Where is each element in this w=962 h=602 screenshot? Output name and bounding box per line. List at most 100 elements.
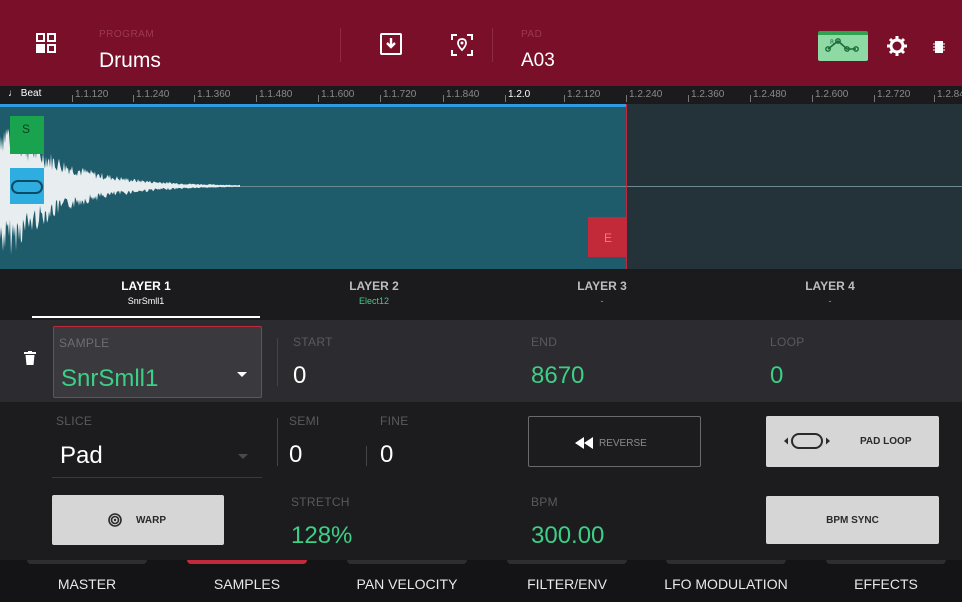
tab-label: LFO MODULATION: [664, 576, 788, 592]
chevron-down-icon: [238, 454, 248, 459]
semi-value[interactable]: 0: [289, 441, 302, 469]
layer-sample: Elect12: [358, 296, 390, 306]
program-label: PROGRAM: [99, 29, 155, 40]
tab-indicator: [666, 560, 786, 564]
warp-button[interactable]: WARP: [52, 495, 224, 545]
pad-loop-label: PAD LOOP: [860, 436, 912, 447]
reverse-label: REVERSE: [599, 438, 647, 449]
ruler-tick: 1.1.600: [317, 89, 355, 102]
sample-value: SnrSmll1: [61, 365, 159, 392]
ruler-tick: 1.2.120: [563, 89, 601, 102]
tab-pan-velocity[interactable]: PAN VELOCITY: [327, 560, 487, 602]
stretch-label: STRETCH: [291, 495, 350, 509]
ruler-tick: 1.2.360: [687, 89, 725, 102]
header-divider: [492, 28, 493, 62]
warp-label: WARP: [136, 515, 166, 526]
ruler-tick: 1.1.480: [255, 89, 293, 102]
gear-icon[interactable]: [886, 35, 908, 57]
ruler-tick: 1.1.840: [442, 89, 480, 102]
end-point-line: [626, 104, 627, 269]
sample-label: SAMPLE: [59, 336, 110, 350]
layer-sample: SnrSmll1: [127, 296, 165, 306]
bpm-sync-label: BPM SYNC: [826, 515, 879, 526]
tab-indicator: [347, 560, 467, 564]
envelope-icon[interactable]: R: [818, 31, 868, 61]
program-value[interactable]: Drums: [99, 49, 161, 73]
ruler-beat-label: ♩ Beat: [8, 88, 42, 99]
stretch-value[interactable]: 128%: [291, 522, 352, 550]
download-icon[interactable]: [380, 33, 402, 55]
loop-marker[interactable]: [10, 168, 44, 204]
ruler-tick: 1.1.240: [132, 89, 170, 102]
sample-edit-screen: PROGRAM Drums PAD A03 R ♩ Beat 1.1.120 1…: [0, 0, 962, 602]
ruler-tick: 1.2.720: [873, 89, 911, 102]
layer-title: LAYER 1: [121, 279, 171, 293]
ruler-tick: 1.2.480: [749, 89, 787, 102]
tab-layer-2[interactable]: LAYER 2 Elect12: [260, 269, 488, 320]
semi-label: SEMI: [289, 414, 320, 428]
slice-value: Pad: [60, 442, 103, 469]
end-value[interactable]: 8670: [531, 362, 584, 390]
tab-label: SAMPLES: [213, 576, 281, 592]
loop-value[interactable]: 0: [770, 362, 783, 390]
tab-indicator: [27, 560, 147, 564]
pad-label: PAD: [521, 29, 543, 40]
active-layer-indicator: [32, 316, 260, 318]
divider: [277, 418, 278, 466]
waveform-shape: [0, 118, 240, 255]
start-label: START: [293, 335, 333, 349]
chevron-down-icon: [237, 372, 247, 377]
divider: [366, 446, 367, 466]
ruler-tick: 1.2.600: [811, 89, 849, 102]
ruler-tick: 1.1.120: [71, 89, 109, 102]
reverse-button[interactable]: REVERSE: [528, 416, 701, 467]
start-marker[interactable]: S: [10, 116, 44, 154]
layer-sample: -: [828, 296, 832, 306]
tab-filter-env[interactable]: FILTER/ENV: [487, 560, 647, 602]
slice-select[interactable]: SLICE Pad: [52, 410, 262, 478]
layer-title: LAYER 3: [577, 279, 627, 293]
sample-select[interactable]: SAMPLE SnrSmll1: [53, 326, 262, 398]
tab-layer-4[interactable]: LAYER 4 -: [716, 269, 944, 320]
tab-effects[interactable]: EFFECTS: [806, 560, 962, 602]
tab-layer-3[interactable]: LAYER 3 -: [488, 269, 716, 320]
grid-icon[interactable]: [36, 33, 58, 55]
ruler-tick: 1.2.240: [625, 89, 663, 102]
tab-layer-1[interactable]: LAYER 1 SnrSmll1: [32, 269, 260, 320]
spiral-icon: [108, 513, 122, 527]
layer-sample: -: [600, 296, 604, 306]
tab-label: FILTER/ENV: [527, 576, 607, 592]
waveform-view[interactable]: S E: [0, 104, 962, 269]
tab-label: EFFECTS: [854, 576, 918, 592]
bpm-value[interactable]: 300.00: [531, 522, 604, 550]
ruler-tick: 1.2.84: [934, 89, 962, 102]
pad-value[interactable]: A03: [521, 50, 555, 72]
pad-loop-button[interactable]: PAD LOOP: [766, 416, 939, 467]
battery-icon: [933, 40, 945, 54]
ruler-tick: 1.1.720: [379, 89, 417, 102]
trash-icon[interactable]: [24, 351, 36, 365]
end-marker[interactable]: E: [588, 217, 626, 257]
timeline-ruler[interactable]: ♩ Beat 1.1.120 1.1.240 1.1.360 1.1.480 1…: [0, 86, 962, 104]
slice-label: SLICE: [56, 414, 93, 428]
loop-icon: [784, 433, 830, 449]
tab-indicator: [187, 560, 307, 564]
start-value[interactable]: 0: [293, 362, 306, 390]
divider: [277, 338, 278, 386]
loop-label: LOOP: [770, 335, 805, 349]
tab-lfo-modulation[interactable]: LFO MODULATION: [646, 560, 806, 602]
layer-title: LAYER 4: [805, 279, 855, 293]
header-bar: PROGRAM Drums PAD A03 R: [0, 0, 962, 86]
end-label: END: [531, 335, 558, 349]
fine-value[interactable]: 0: [380, 441, 393, 469]
tab-label: PAN VELOCITY: [356, 576, 458, 592]
tab-master[interactable]: MASTER: [7, 560, 167, 602]
bpm-label: BPM: [531, 495, 558, 509]
bpm-sync-button[interactable]: BPM SYNC: [766, 496, 939, 544]
fine-label: FINE: [380, 414, 409, 428]
layer-tabs: LAYER 1 SnrSmll1 LAYER 2 Elect12 LAYER 3…: [0, 269, 962, 320]
tab-indicator: [826, 560, 946, 564]
bottom-tab-bar: MASTER SAMPLES PAN VELOCITY FILTER/ENV L…: [0, 560, 962, 602]
pad-locate-icon[interactable]: [450, 33, 474, 57]
svg-text:R: R: [830, 39, 834, 46]
